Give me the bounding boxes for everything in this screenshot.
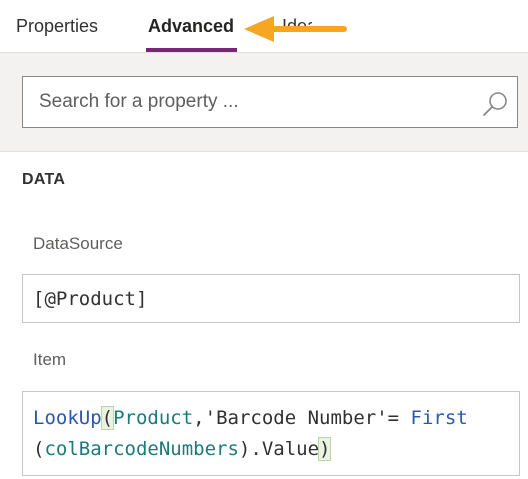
property-search-input[interactable] (39, 89, 459, 115)
datasource-formula-input[interactable]: [@Product] (22, 274, 520, 323)
search-icon[interactable] (481, 90, 509, 118)
datasource-formula-text: [@Product] (33, 288, 148, 310)
formula-paren-close-1: ) (238, 438, 251, 460)
item-formula-line-1: LookUp(Product,'Barcode Number'= First (33, 403, 509, 434)
formula-field: .Value (250, 438, 320, 460)
formula-function: LookUp (33, 407, 102, 429)
item-label: Item (33, 350, 67, 369)
tab-bar: Properties Advanced Ideas (0, 0, 528, 53)
pointer-arrow-icon (244, 16, 347, 42)
formula-paren-open-2: ( (33, 438, 45, 460)
tab-advanced[interactable]: Advanced (148, 15, 234, 37)
formula-column-name: 'Barcode Number' (204, 407, 388, 429)
formula-function-first: First (410, 407, 468, 429)
formula-paren-open: ( (100, 406, 115, 430)
formula-paren-close-2: ) (317, 437, 332, 461)
tab-properties[interactable]: Properties (16, 15, 98, 37)
item-formula-line-2: (colBarcodeNumbers).Value) (33, 434, 509, 465)
section-title-data: DATA (22, 171, 66, 188)
formula-operator: = (387, 407, 411, 429)
property-search-area (0, 53, 528, 152)
formula-separator: , (193, 407, 205, 429)
active-tab-indicator (146, 48, 237, 52)
formula-collection-name: colBarcodeNumbers (44, 438, 239, 460)
datasource-label: DataSource (33, 234, 123, 253)
item-formula-input[interactable]: LookUp(Product,'Barcode Number'= First (c… (22, 391, 520, 476)
formula-table-name: Product (113, 407, 194, 429)
property-search-box[interactable] (22, 76, 518, 128)
